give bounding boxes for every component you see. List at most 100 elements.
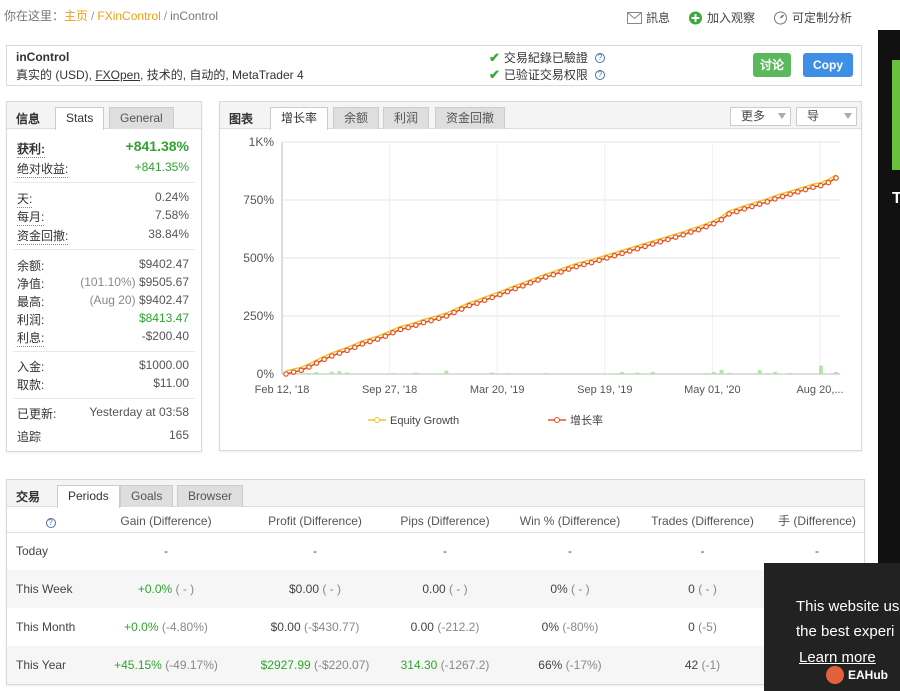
volume-bar bbox=[635, 372, 640, 374]
growth-point bbox=[474, 300, 480, 307]
period-label: This Year bbox=[7, 646, 87, 684]
growth-point bbox=[435, 315, 442, 322]
copy-button[interactable]: Copy bbox=[803, 53, 853, 77]
gauge-icon bbox=[773, 11, 787, 24]
verified-track-record: ✔ 交易紀錄已驗證? bbox=[489, 49, 605, 66]
tab-general[interactable]: General bbox=[109, 107, 174, 129]
chevron-down-icon bbox=[778, 113, 786, 119]
growth-point bbox=[634, 245, 641, 252]
volume-bar bbox=[704, 373, 709, 374]
growth-point bbox=[283, 371, 289, 377]
breadcrumb-home-link[interactable]: 主页 bbox=[64, 9, 88, 23]
growth-point bbox=[726, 211, 732, 217]
tab-periods[interactable]: Periods bbox=[57, 485, 120, 508]
legend-growth-label: 增长率 bbox=[570, 413, 603, 427]
volume-bar bbox=[505, 373, 510, 374]
y-tick-label: 500% bbox=[243, 251, 274, 265]
checkmark-icon: ✔ bbox=[489, 49, 500, 65]
drawdown-row: 资金回撤: 38.84% bbox=[17, 227, 189, 245]
chevron-down-icon bbox=[844, 113, 852, 119]
volume-bar bbox=[337, 371, 342, 374]
tab-goals[interactable]: Goals bbox=[120, 485, 174, 507]
growth-point bbox=[718, 216, 725, 223]
col-trades: Trades (Difference) bbox=[635, 510, 770, 533]
volume-bar bbox=[765, 373, 770, 374]
table-row: Today - - - - - - bbox=[7, 532, 864, 570]
growth-point bbox=[710, 220, 717, 227]
custom-analysis-link[interactable]: 可定制分析 bbox=[773, 9, 852, 26]
growth-point bbox=[405, 324, 412, 331]
equity-row: 净值: (101.10%) $9505.67 bbox=[17, 275, 189, 291]
x-tick-label: Feb 12, '18 bbox=[255, 384, 310, 396]
periods-table: ? Gain (Difference) Profit (Difference) … bbox=[7, 510, 864, 684]
help-icon[interactable]: ? bbox=[594, 52, 605, 63]
help-icon[interactable]: ? bbox=[594, 69, 605, 80]
tab-drawdown[interactable]: 资金回撤 bbox=[435, 107, 506, 129]
growth-point bbox=[382, 333, 389, 339]
cell-profit: $0.00 ( - ) bbox=[245, 570, 385, 608]
growth-point bbox=[413, 322, 419, 329]
tab-profit[interactable]: 利润 bbox=[383, 107, 430, 129]
breadcrumb-prefix: 你在这里： bbox=[4, 9, 65, 23]
legend-equity-label: Equity Growth bbox=[390, 415, 459, 427]
cell-win: 0% (-80%) bbox=[541, 620, 599, 634]
growth-point bbox=[321, 356, 327, 363]
growth-point bbox=[672, 234, 679, 240]
growth-point bbox=[833, 175, 839, 181]
help-icon[interactable]: ? bbox=[45, 517, 56, 528]
breadcrumb-section-link[interactable]: FXinControl bbox=[97, 9, 160, 23]
volume-bar bbox=[627, 373, 632, 374]
tab-balance[interactable]: 余额 bbox=[333, 107, 380, 129]
y-tick-label: 750% bbox=[243, 193, 274, 207]
withdrawals-row: 取款: $11.00 bbox=[17, 376, 189, 392]
growth-point bbox=[764, 199, 771, 205]
message-link[interactable]: 訊息 bbox=[626, 9, 670, 26]
growth-point bbox=[313, 360, 320, 366]
growth-point bbox=[810, 184, 816, 191]
cell-profit: $0.00 (-$430.77) bbox=[270, 620, 360, 634]
growth-point bbox=[390, 329, 396, 336]
cell-gain: - bbox=[164, 544, 168, 559]
cell-win: 66% (-17%) bbox=[505, 646, 635, 684]
system-subtitle: 真实的 (USD), FXOpen, 技术的, 自动的, MetaTrader … bbox=[16, 68, 304, 82]
y-tick-label: 0% bbox=[257, 367, 275, 381]
export-dropdown[interactable]: 导 bbox=[796, 107, 857, 126]
more-dropdown[interactable]: 更多 bbox=[730, 107, 791, 126]
broker-link[interactable]: FXOpen bbox=[95, 68, 140, 82]
growth-point bbox=[558, 269, 564, 275]
tab-growth[interactable]: 增长率 bbox=[270, 107, 329, 130]
breadcrumb-current: inControl bbox=[170, 9, 219, 23]
cell-pips: 314.30 (-1267.2) bbox=[385, 646, 505, 684]
growth-point bbox=[573, 263, 580, 270]
growth-point bbox=[626, 248, 633, 254]
x-tick-label: Aug 20,... bbox=[796, 384, 843, 396]
col-lots: 手 (Difference) bbox=[770, 510, 864, 533]
learn-more-link[interactable]: Learn more bbox=[799, 649, 876, 666]
growth-point bbox=[581, 261, 587, 268]
growth-point bbox=[665, 236, 671, 243]
top-bar: 你在这里：主页 / FXinControl / inControl 訊息 加入观察 可定… bbox=[0, 0, 878, 34]
tab-browser[interactable]: Browser bbox=[177, 485, 244, 507]
highest-row: 最高: (Aug 20) $9402.47 bbox=[17, 293, 189, 309]
volume-bar bbox=[773, 371, 777, 374]
growth-point bbox=[825, 179, 832, 186]
checkmark-icon: ✔ bbox=[489, 66, 500, 82]
period-label: Today bbox=[16, 544, 49, 559]
cell-trades: - bbox=[700, 544, 705, 559]
volume-bar bbox=[650, 371, 655, 374]
growth-point bbox=[466, 302, 473, 309]
volume-bar bbox=[413, 372, 418, 374]
growth-point bbox=[588, 259, 595, 266]
tab-stats[interactable]: Stats bbox=[55, 107, 105, 130]
cell-pips: 0.00 (-212.2) bbox=[410, 620, 480, 634]
cell-win: 0% ( - ) bbox=[505, 570, 635, 608]
volume-bar bbox=[329, 371, 334, 374]
volume-bar bbox=[803, 373, 808, 374]
info-title: 信息 bbox=[16, 112, 41, 126]
col-pips: Pips (Difference) bbox=[385, 510, 505, 533]
watch-link[interactable]: 加入观察 bbox=[688, 9, 755, 26]
discuss-button[interactable]: 讨论 bbox=[753, 53, 791, 77]
volume-bar bbox=[818, 365, 823, 374]
daily-row: 天: 0.24% bbox=[17, 190, 189, 208]
volume-bar bbox=[375, 373, 380, 374]
